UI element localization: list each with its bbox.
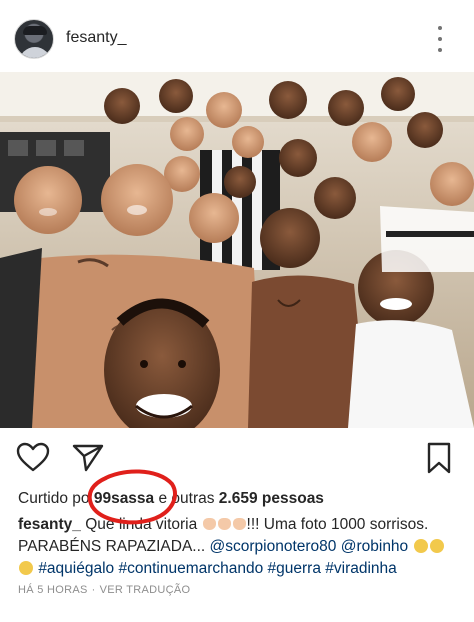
clap-emoji-icon (217, 518, 231, 530)
bookmark-icon[interactable] (426, 442, 452, 474)
likes-count[interactable]: 2.659 pessoas (219, 490, 324, 507)
clap-emoji-icon (202, 518, 216, 530)
mention-link[interactable]: @scorpionotero80 (210, 538, 337, 555)
post-caption: fesanty_ Que linda vitoria !!! Uma foto … (18, 514, 464, 580)
post-actions (0, 436, 474, 480)
likes-summary: Curtido po 99sassa e outras 2.659 pessoa… (18, 490, 324, 508)
mention-link[interactable]: @robinho (341, 538, 408, 555)
liker-username[interactable]: 99sassa (94, 490, 154, 507)
smile-emoji-icon (19, 561, 33, 575)
likes-connector: e outras (154, 490, 219, 507)
caption-text-1: Que linda vitoria (80, 516, 202, 533)
smile-emoji-icon (429, 539, 444, 553)
avatar[interactable] (14, 19, 54, 59)
team-selfie-photo (0, 72, 474, 428)
post-time: HÁ 5 HORAS (18, 584, 88, 596)
caption-username[interactable]: fesanty_ (18, 516, 81, 533)
post-header: fesanty_ (0, 0, 474, 78)
username-link[interactable]: fesanty_ (66, 29, 126, 47)
clap-emoji-icon (232, 518, 246, 530)
heart-icon[interactable] (16, 442, 50, 472)
post-photo[interactable] (0, 72, 474, 428)
likes-prefix: Curtido po (18, 490, 90, 507)
post-meta: HÁ 5 HORAS · VER TRADUÇÃO (18, 584, 190, 596)
see-translation-link[interactable]: VER TRADUÇÃO (100, 584, 191, 596)
smile-emoji-icon (413, 539, 428, 553)
send-icon[interactable] (72, 442, 104, 472)
avatar-cap (23, 26, 47, 35)
more-dot (438, 48, 442, 52)
meta-separator: · (91, 584, 96, 596)
more-dot (438, 26, 442, 30)
more-dot (438, 37, 442, 41)
avatar-shoulders (19, 47, 51, 58)
more-vertical-icon[interactable] (430, 26, 450, 52)
hashtags[interactable]: #aquiégalo #continuemarchando #guerra #v… (38, 560, 396, 577)
